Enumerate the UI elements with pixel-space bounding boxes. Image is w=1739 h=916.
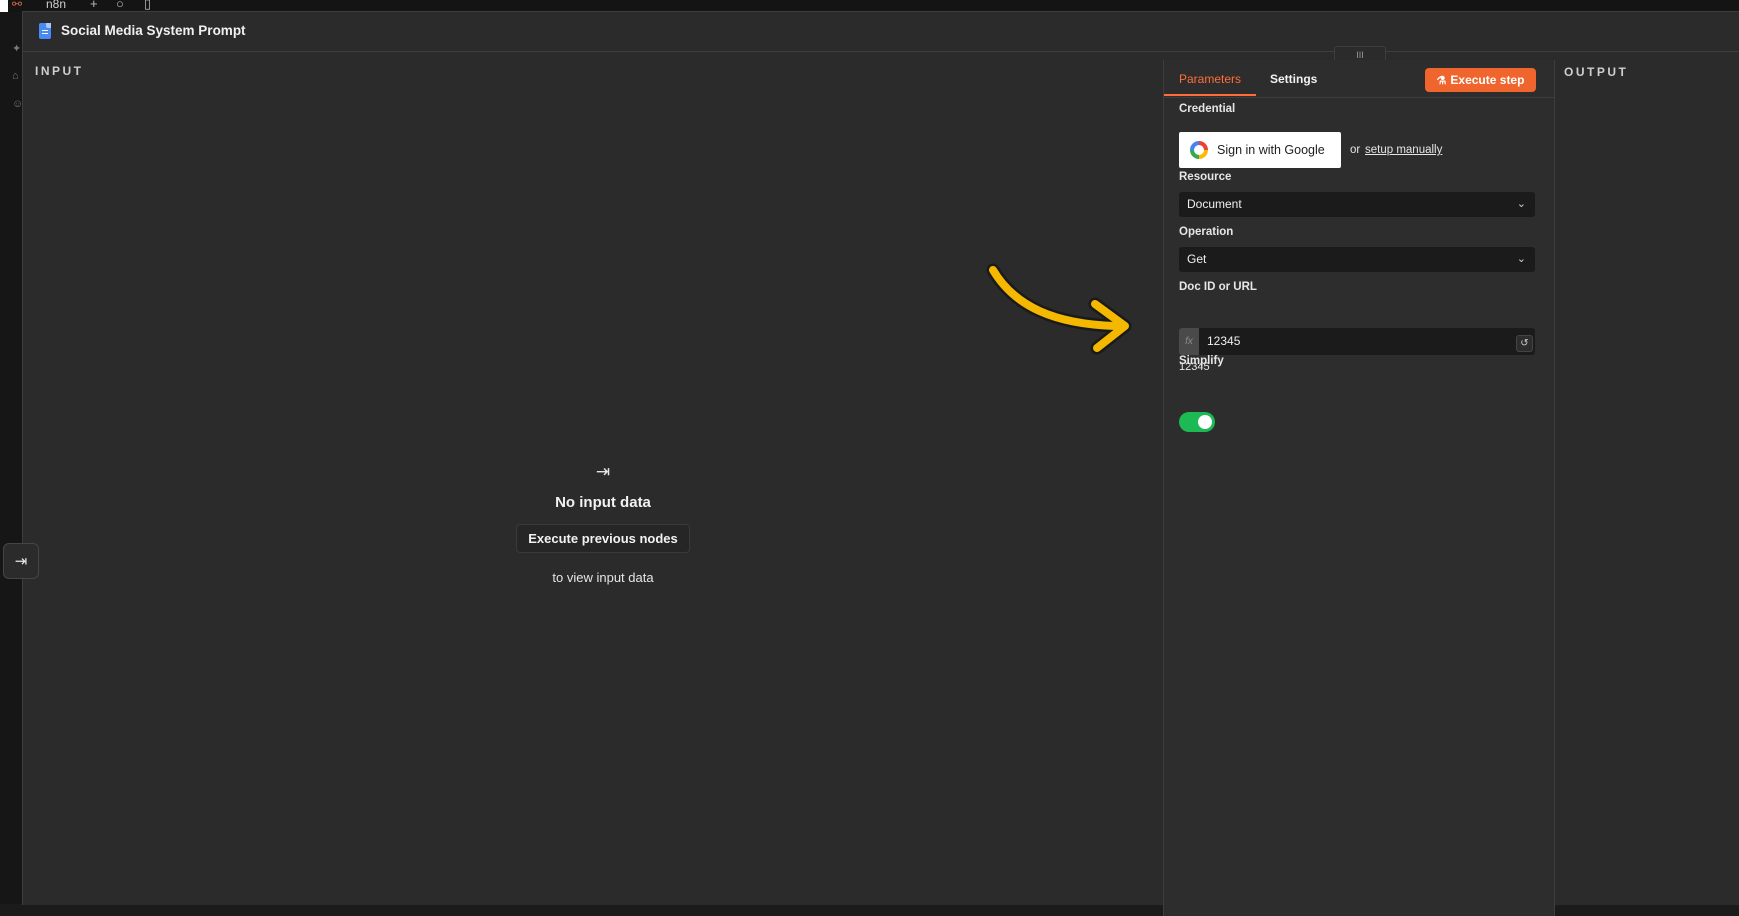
app-name: n8n [46,0,67,11]
pin-icon[interactable]: ✦ [12,42,21,55]
output-panel-label: OUTPUT [1564,65,1629,79]
left-rail: ✦ ⌂ ☺ [0,12,23,904]
execute-previous-nodes-button[interactable]: Execute previous nodes [516,524,690,553]
credential-label: Credential [1179,103,1236,115]
google-docs-icon [39,23,51,39]
doc-id-field[interactable]: fx 12345 ↺ [1179,328,1535,355]
active-tab-underline [1164,94,1256,96]
modal-title: Social Media System Prompt [61,23,246,38]
input-panel-label: INPUT [35,64,84,78]
google-logo-icon [1190,141,1208,159]
chevron-down-icon: ⌄ [1516,253,1526,265]
doc-id-input[interactable]: 12345 [1207,328,1507,355]
setup-manually-link[interactable]: setup manually [1365,144,1442,156]
execute-step-button[interactable]: ⚗ Execute step [1425,68,1536,92]
view-input-hint: to view input data [552,570,654,585]
tab-parameters[interactable]: Parameters [1179,72,1241,86]
no-input-title: No input data [555,494,651,511]
operation-value: Get [1187,252,1207,266]
resource-value: Document [1187,197,1242,211]
toggle-knob [1198,415,1212,429]
input-empty-state: ⇥ No input data Execute previous nodes t… [443,462,763,585]
chevron-down-icon: ⌄ [1516,198,1526,210]
resource-label: Resource [1179,171,1232,183]
reset-icon[interactable]: ↺ [1516,335,1533,352]
tab-settings[interactable]: Settings [1270,72,1317,86]
plus-icon[interactable]: + [90,0,98,11]
sign-in-google-label: Sign in with Google [1217,143,1325,157]
expression-toggle[interactable]: fx [1179,328,1199,355]
node-modal: Social Media System Prompt INPUT ⇥ No in… [22,11,1739,916]
tab-bar: Parameters Settings ⚗ Execute step [1164,60,1554,98]
operation-label: Operation [1179,226,1234,238]
operation-select[interactable]: Get ⌄ [1179,247,1535,272]
doc-id-label: Doc ID or URL [1179,281,1257,293]
modal-header: Social Media System Prompt [23,12,1739,52]
simplify-label: Simplify [1179,355,1224,367]
or-text: or [1350,144,1361,156]
search-icon[interactable]: ○ [116,0,124,11]
input-arrow-icon: ⇥ [595,462,611,481]
annotation-arrow-icon [986,263,1132,355]
resource-select[interactable]: Document ⌄ [1179,192,1535,217]
simplify-toggle[interactable] [1179,412,1215,432]
home-icon[interactable]: ⌂ [12,70,19,82]
parameters-panel: Parameters Settings ⚗ Execute step Creden… [1163,60,1555,916]
execute-step-label: Execute step [1450,73,1525,87]
sign-in-google-button[interactable]: Sign in with Google [1179,132,1341,168]
input-panel-toggle-icon[interactable]: ⇥ [3,543,39,579]
n8n-logo-icon: ⚯ [12,0,23,11]
flask-icon: ⚗ [1436,75,1447,87]
